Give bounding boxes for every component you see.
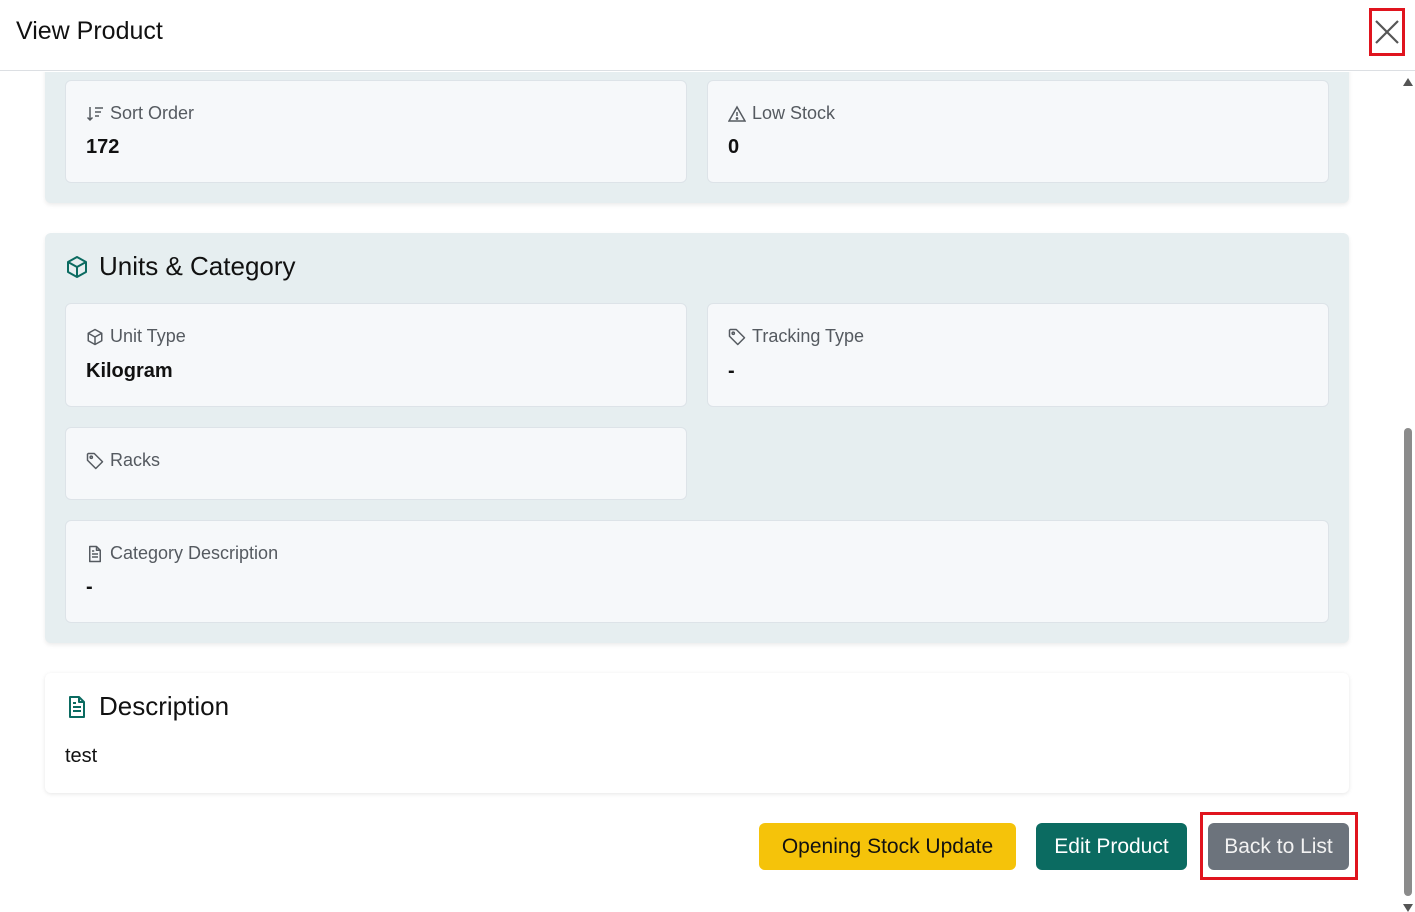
tag-icon bbox=[86, 452, 104, 470]
modal-title: View Product bbox=[16, 17, 163, 45]
low-stock-card: Low Stock 0 bbox=[707, 80, 1329, 183]
low-stock-value: 0 bbox=[728, 136, 740, 158]
scroll-up-arrow-icon[interactable] bbox=[1403, 78, 1413, 86]
edit-product-button[interactable]: Edit Product bbox=[1036, 823, 1187, 870]
units-category-panel: Units & Category Unit Type Kilogram Trac… bbox=[45, 233, 1349, 643]
modal-body: Sort Order 172 Low Stock 0 Units & Categ… bbox=[0, 72, 1400, 911]
unit-type-value: Kilogram bbox=[86, 360, 173, 382]
close-button[interactable] bbox=[1369, 8, 1405, 56]
description-title: Description bbox=[99, 691, 230, 721]
tracking-type-card: Tracking Type - bbox=[707, 303, 1329, 407]
sort-order-label: Sort Order bbox=[110, 103, 195, 123]
document-icon bbox=[65, 695, 89, 719]
category-description-label: Category Description bbox=[110, 543, 279, 563]
tracking-type-label: Tracking Type bbox=[752, 326, 865, 346]
warning-triangle-icon bbox=[728, 104, 746, 123]
description-text: test bbox=[65, 745, 98, 767]
unit-type-label: Unit Type bbox=[110, 326, 186, 346]
category-description-value: - bbox=[86, 576, 93, 598]
racks-label: Racks bbox=[110, 450, 161, 470]
sort-order-card: Sort Order 172 bbox=[65, 80, 687, 183]
document-icon bbox=[86, 545, 104, 563]
cube-icon bbox=[65, 255, 89, 279]
vertical-scrollbar[interactable] bbox=[1400, 72, 1415, 912]
racks-card: Racks bbox=[65, 427, 687, 500]
sort-order-value: 172 bbox=[86, 136, 120, 158]
scroll-thumb[interactable] bbox=[1404, 428, 1412, 896]
unit-type-card: Unit Type Kilogram bbox=[65, 303, 687, 407]
close-icon bbox=[1374, 19, 1400, 45]
low-stock-label: Low Stock bbox=[752, 103, 836, 123]
back-to-list-button[interactable]: Back to List bbox=[1208, 823, 1349, 870]
stock-details-panel: Sort Order 172 Low Stock 0 bbox=[45, 72, 1349, 203]
tracking-type-value: - bbox=[728, 360, 735, 382]
category-description-card: Category Description - bbox=[65, 520, 1329, 623]
modal-header: View Product bbox=[0, 0, 1415, 71]
tag-icon bbox=[728, 328, 746, 346]
description-panel: Description test bbox=[45, 673, 1349, 793]
units-category-title: Units & Category bbox=[99, 251, 296, 281]
sort-descending-icon bbox=[86, 105, 104, 123]
cube-icon bbox=[86, 328, 104, 346]
opening-stock-update-button[interactable]: Opening Stock Update bbox=[759, 823, 1016, 870]
